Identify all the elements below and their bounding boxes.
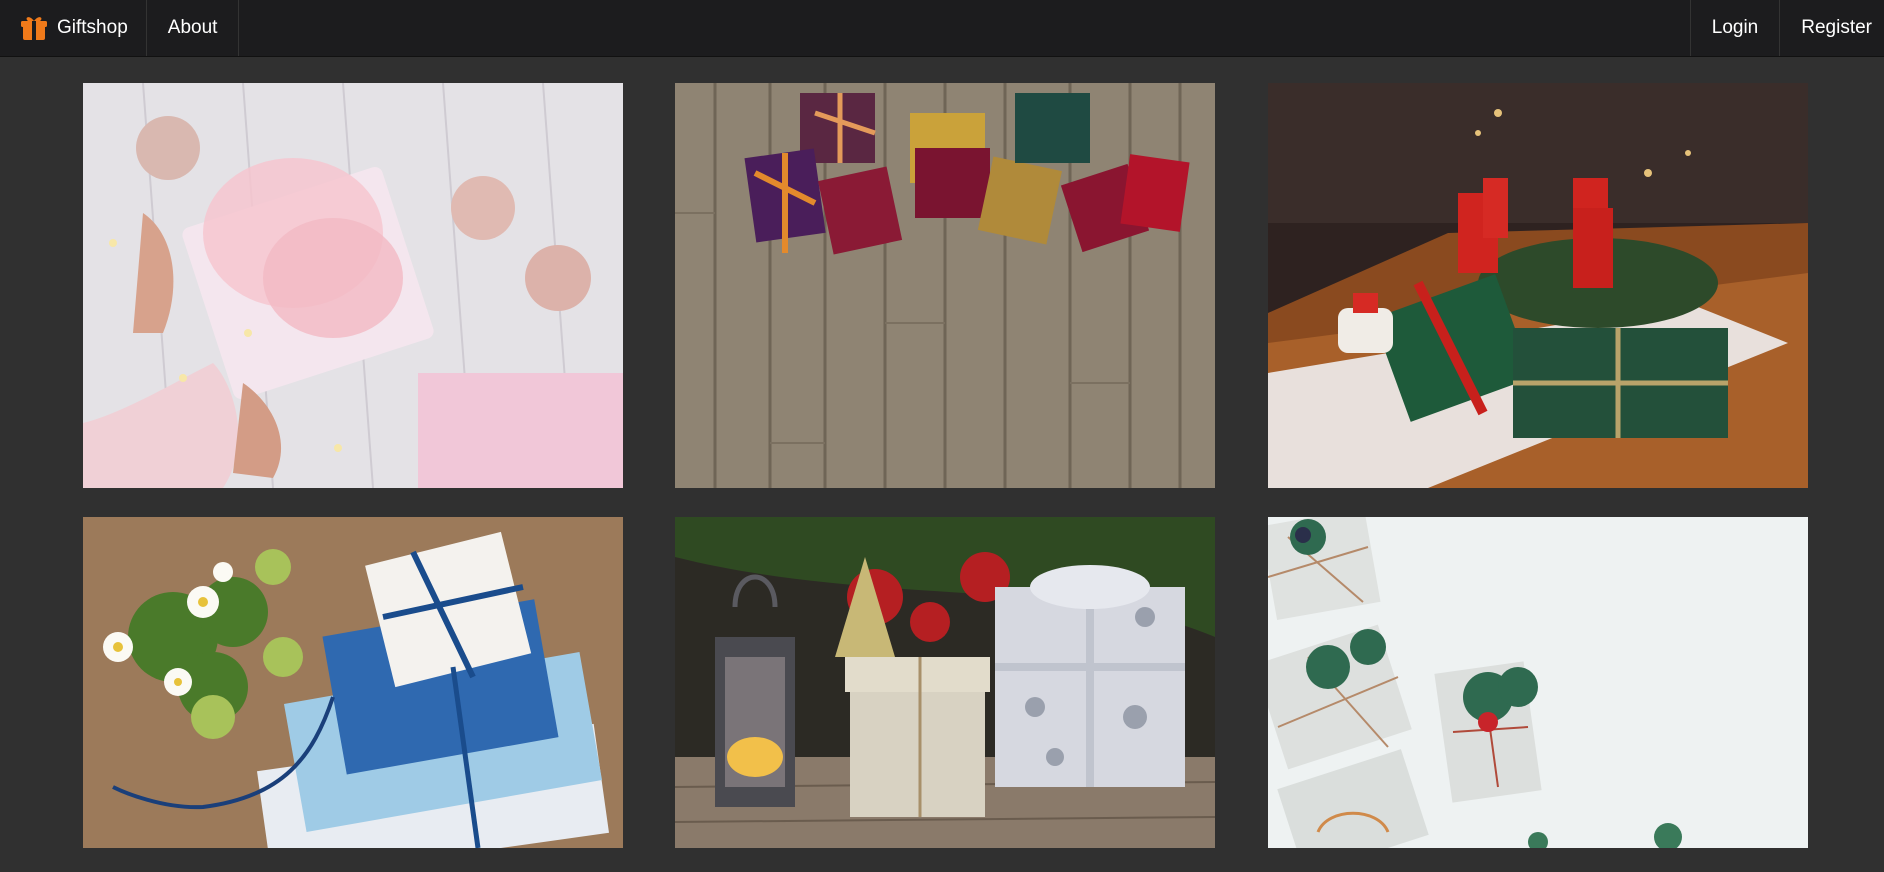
photo-lantern-gifts-image	[675, 517, 1215, 848]
photo-white-gifts-image	[1268, 517, 1808, 848]
photo-jewelry-boxes-image	[675, 83, 1215, 488]
gallery-photo-pink-gift[interactable]	[83, 83, 623, 488]
photo-pink-gift-image	[83, 83, 623, 488]
photo-advent-wreath-image	[1268, 83, 1808, 488]
nav-register[interactable]: Register	[1779, 0, 1884, 56]
brand-label: Giftshop	[57, 17, 128, 38]
photo-blue-gifts-image	[83, 517, 623, 848]
gallery-photo-blue-gifts[interactable]	[83, 517, 623, 848]
top-navbar: Giftshop About Login Register	[0, 0, 1884, 57]
brand-link[interactable]: Giftshop	[0, 0, 147, 56]
gallery-photo-advent-wreath[interactable]	[1268, 83, 1808, 488]
nav-about[interactable]: About	[147, 0, 240, 56]
gallery-photo-white-gifts[interactable]	[1268, 517, 1808, 848]
nav-login[interactable]: Login	[1689, 0, 1780, 56]
nav-right-group: Login Register	[1689, 0, 1884, 56]
gift-icon	[21, 17, 47, 40]
gallery-photo-lantern-gifts[interactable]	[675, 517, 1215, 848]
gallery-photo-jewelry-boxes[interactable]	[675, 83, 1215, 488]
